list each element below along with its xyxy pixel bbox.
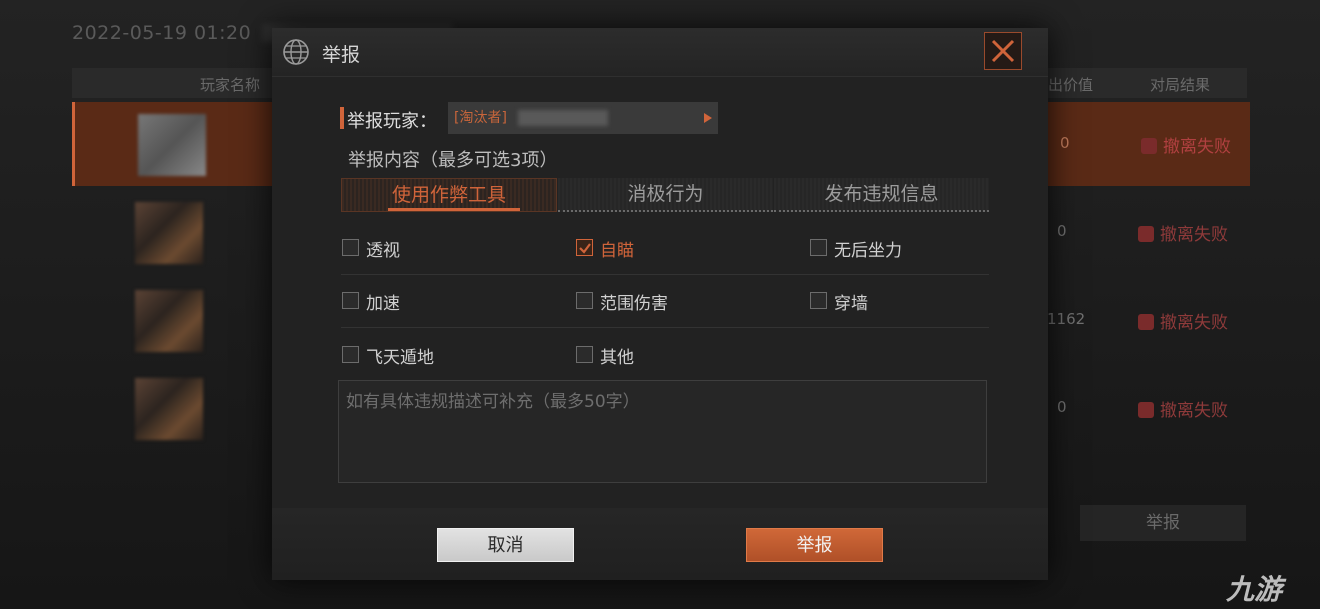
row-value: 0 — [1057, 222, 1067, 240]
watermark-logo: 九游 — [1226, 573, 1283, 606]
checkbox[interactable] — [342, 239, 359, 256]
accent-bar — [340, 107, 344, 129]
play-arrow-icon — [704, 113, 712, 123]
tab-violating-info[interactable]: 发布违规信息 — [774, 178, 989, 212]
row-result: 撤离失败 — [1138, 220, 1228, 245]
checkbox[interactable] — [576, 346, 593, 363]
submit-report-button[interactable]: 举报 — [746, 528, 883, 562]
checkbox[interactable] — [810, 239, 827, 256]
description-textarea[interactable]: 如有具体违规描述可补充（最多50字） — [338, 380, 987, 483]
tab-cheating-tools[interactable]: 使用作弊工具 — [341, 178, 557, 212]
blurred-player-name — [518, 110, 608, 126]
globe-icon — [283, 39, 309, 65]
close-button[interactable] — [984, 32, 1022, 70]
checkbox[interactable] — [342, 292, 359, 309]
row-value: 0 — [1060, 134, 1070, 152]
match-date: 2022-05-19 01:20 — [72, 22, 252, 44]
avatar — [135, 378, 203, 440]
divider — [341, 274, 989, 275]
checkbox[interactable] — [576, 292, 593, 309]
fail-icon — [1138, 314, 1154, 330]
background-report-button[interactable]: 举报 — [1080, 505, 1246, 541]
dialog-titlebar: 举报 — [272, 28, 1048, 77]
checkmark-icon — [579, 243, 591, 254]
content-label: 举报内容（最多可选3项） — [348, 150, 558, 171]
dialog-title: 举报 — [322, 44, 361, 66]
avatar — [135, 290, 203, 352]
row-result: 撤离失败 — [1138, 308, 1228, 333]
description-placeholder: 如有具体违规描述可补充（最多50字） — [346, 392, 640, 412]
row-result: 撤离失败 — [1141, 132, 1231, 157]
cancel-button[interactable]: 取消 — [437, 528, 574, 562]
row-result: 撤离失败 — [1138, 396, 1228, 421]
fail-icon — [1141, 138, 1157, 154]
target-player-select[interactable]: [淘汰者] — [448, 102, 718, 134]
header-result: 对局结果 — [1150, 76, 1211, 94]
header-value: 出价值 — [1048, 76, 1094, 94]
dialog-footer — [272, 508, 1048, 580]
row-value: 1162 — [1047, 310, 1086, 328]
header-player-name: 玩家名称 — [200, 76, 261, 94]
report-dialog: 举报 举报玩家： [淘汰者] 举报内容（最多可选3项） 使用作弊工具 消极行为 … — [272, 28, 1048, 580]
fail-icon — [1138, 226, 1154, 242]
close-icon — [991, 39, 1015, 63]
divider — [341, 327, 989, 328]
row-value: 0 — [1057, 398, 1067, 416]
target-label: 举报玩家： — [347, 111, 437, 132]
checkbox[interactable] — [810, 292, 827, 309]
checkbox[interactable] — [342, 346, 359, 363]
avatar — [135, 202, 203, 264]
fail-icon — [1138, 402, 1154, 418]
target-player-value: [淘汰者] — [454, 110, 507, 126]
tab-negative-behavior[interactable]: 消极行为 — [558, 178, 773, 212]
avatar — [138, 114, 206, 176]
checkbox[interactable] — [576, 239, 593, 256]
